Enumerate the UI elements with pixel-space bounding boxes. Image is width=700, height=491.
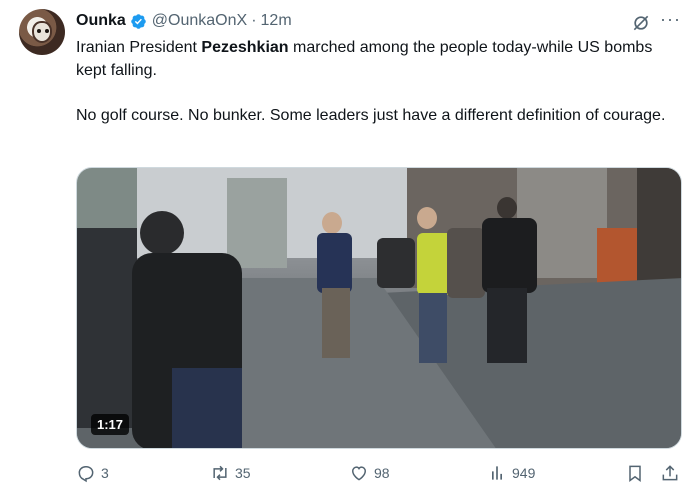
repost-button[interactable]: 35 xyxy=(210,463,251,483)
tweet-paragraph-1: Iranian President Pezeshkian marched amo… xyxy=(76,36,686,82)
author-name[interactable]: Ounka xyxy=(76,12,126,30)
tweet-header: Ounka @OunkaOnX · 12m xyxy=(76,10,292,32)
like-count: 98 xyxy=(374,465,390,481)
grok-icon[interactable] xyxy=(631,13,651,33)
video-player[interactable]: 1:17 xyxy=(76,167,682,449)
share-icon xyxy=(662,465,678,481)
heart-icon xyxy=(351,466,367,481)
reply-icon xyxy=(78,466,94,483)
repost-count: 35 xyxy=(235,465,251,481)
bookmark-icon xyxy=(629,465,641,482)
separator-dot: · xyxy=(251,12,257,29)
bookmark-button[interactable] xyxy=(625,463,650,483)
views-count: 949 xyxy=(512,465,536,481)
more-icon[interactable]: ··· xyxy=(660,9,681,30)
repost-icon xyxy=(213,465,227,481)
like-button[interactable]: 98 xyxy=(349,463,390,483)
share-button[interactable] xyxy=(660,463,685,483)
tweet-paragraph-2: No golf course. No bunker. Some leaders … xyxy=(76,107,666,124)
verified-badge-icon xyxy=(131,13,146,29)
timestamp[interactable]: 12m xyxy=(261,12,292,30)
tweet-bold-name: Pezeshkian xyxy=(201,39,289,56)
avatar[interactable] xyxy=(19,9,65,55)
views-icon xyxy=(492,466,502,480)
tweet-text-segment: Iranian President xyxy=(76,39,202,56)
avatar-eye xyxy=(45,29,49,33)
avatar-face xyxy=(32,21,52,43)
reply-button[interactable]: 3 xyxy=(76,463,109,483)
author-handle[interactable]: @OunkaOnX xyxy=(152,12,247,30)
action-bar: 3 35 98 949 xyxy=(76,463,686,487)
video-frame xyxy=(77,168,681,448)
tweet-text: Iranian President Pezeshkian marched amo… xyxy=(76,36,686,149)
avatar-eye xyxy=(37,29,41,33)
reply-count: 3 xyxy=(101,465,109,481)
video-duration: 1:17 xyxy=(91,414,130,435)
views-button[interactable]: 949 xyxy=(487,463,535,483)
